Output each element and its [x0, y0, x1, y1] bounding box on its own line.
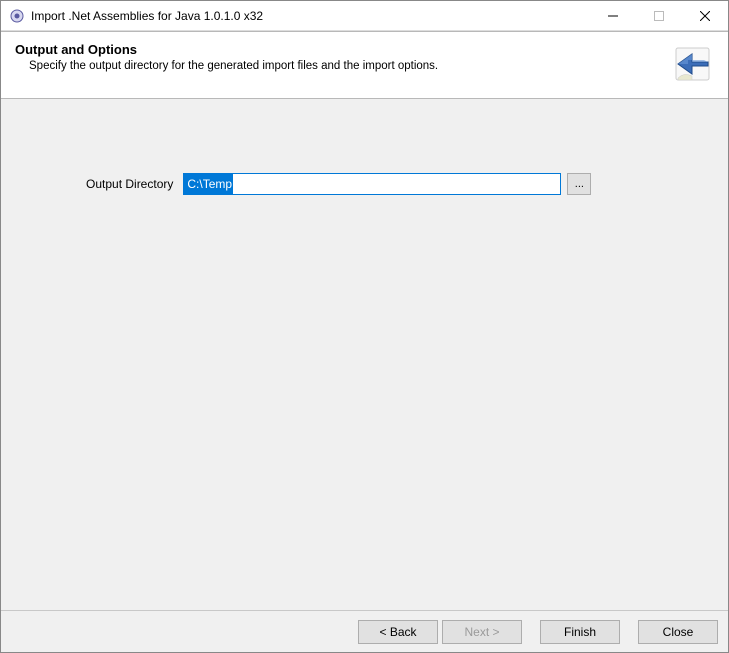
title-bar: Import .Net Assemblies for Java 1.0.1.0 … — [1, 1, 728, 31]
app-icon — [9, 8, 25, 24]
back-button[interactable]: < Back — [358, 620, 438, 644]
browse-button[interactable]: ... — [567, 173, 591, 195]
wizard-footer: < Back Next > Finish Close — [1, 610, 728, 652]
import-arrow-icon — [672, 42, 714, 84]
output-directory-label: Output Directory — [86, 177, 173, 191]
close-wizard-button[interactable]: Close — [638, 620, 718, 644]
banner-subtitle: Specify the output directory for the gen… — [29, 60, 664, 72]
output-directory-value: C:\Temp — [184, 174, 233, 194]
wizard-banner: Output and Options Specify the output di… — [1, 31, 728, 99]
window-title: Import .Net Assemblies for Java 1.0.1.0 … — [31, 9, 590, 23]
content-area: Output Directory C:\Temp ... — [1, 99, 728, 610]
maximize-button — [636, 1, 682, 30]
close-button[interactable] — [682, 1, 728, 30]
banner-title: Output and Options — [15, 42, 664, 57]
output-directory-row: Output Directory C:\Temp ... — [86, 173, 591, 195]
finish-button[interactable]: Finish — [540, 620, 620, 644]
output-directory-input[interactable]: C:\Temp — [183, 173, 561, 195]
next-button: Next > — [442, 620, 522, 644]
minimize-button[interactable] — [590, 1, 636, 30]
window-controls — [590, 1, 728, 30]
